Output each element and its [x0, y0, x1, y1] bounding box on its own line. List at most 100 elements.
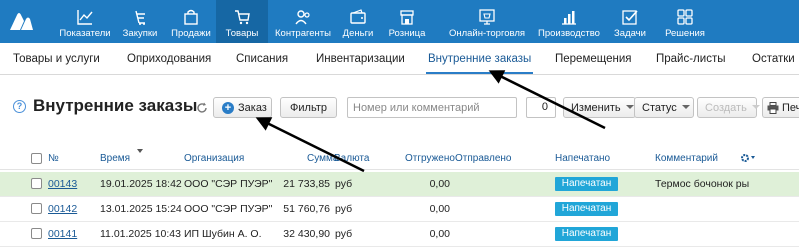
logo-icon[interactable] — [8, 9, 34, 33]
chevron-down-icon — [751, 105, 760, 109]
basket-icon — [135, 10, 145, 25]
tab-inventories[interactable]: Инвентаризации — [316, 53, 405, 65]
order-sum: 21 733,85 — [283, 178, 330, 190]
change-label: Изменить — [571, 102, 621, 114]
order-currency: руб — [335, 203, 353, 215]
table-row[interactable]: 00143 19.01.2025 18:42 ООО "СЭР ПУЭР" 21… — [0, 172, 799, 197]
order-number-link[interactable]: 00142 — [48, 203, 77, 215]
add-order-label: Заказ — [238, 102, 267, 114]
nav-item-label: Решения — [665, 28, 705, 39]
add-order-button[interactable]: + Заказ — [213, 97, 272, 118]
nav-item-label: Деньги — [342, 28, 374, 39]
order-comment: Термос бочонок ры — [655, 178, 750, 190]
nav-item-label: Товары — [225, 28, 259, 39]
wallet-icon — [350, 9, 366, 24]
nav-item-label: Продажи — [171, 28, 211, 39]
order-organization: ИП Шубин А. О. — [184, 228, 262, 240]
print-label: Печ — [782, 102, 799, 114]
nav-item-label: Показатели — [59, 28, 111, 39]
chevron-down-icon — [625, 105, 634, 109]
order-shipped: 0,00 — [429, 203, 450, 215]
nav-item-tasks[interactable]: Задачи — [606, 0, 654, 43]
chart-line-icon — [77, 10, 93, 25]
column-header-shipped[interactable]: Отгружено — [405, 153, 455, 164]
help-icon[interactable]: ? — [13, 100, 26, 113]
column-header-comment[interactable]: Комментарий — [655, 153, 718, 164]
order-currency: руб — [335, 178, 353, 190]
checkbox-icon — [622, 10, 638, 25]
tab-stock[interactable]: Остатки — [752, 53, 795, 65]
nav-item-goods[interactable]: Товары — [216, 0, 268, 43]
print-button[interactable]: Печ — [762, 97, 799, 118]
nav-item-retail[interactable]: Розница — [384, 0, 430, 43]
order-organization: ООО "СЭР ПУЭР" — [184, 178, 273, 190]
order-organization: ООО "СЭР ПУЭР" — [184, 203, 273, 215]
nav-item-label: Закупки — [122, 28, 158, 39]
create-label: Создать — [705, 102, 747, 114]
column-header-printed[interactable]: Напечатано — [555, 153, 610, 164]
plus-icon: + — [222, 102, 234, 114]
refresh-icon[interactable] — [196, 102, 208, 114]
nav-item-counterparties[interactable]: Контрагенты — [270, 0, 336, 43]
column-header-number[interactable]: № — [48, 153, 59, 164]
tab-goods-and-services[interactable]: Товары и услуги — [13, 53, 100, 65]
nav-item-solutions[interactable]: Решения — [656, 0, 714, 43]
page-title: Внутренние заказы — [33, 96, 198, 115]
order-time: 11.01.2025 10:43 — [100, 228, 181, 240]
nav-item-label: Онлайн-торговля — [448, 28, 526, 39]
column-header-sent[interactable]: Отправлено — [455, 153, 511, 164]
select-all-checkbox[interactable] — [31, 153, 42, 164]
store-icon — [400, 10, 414, 25]
section-tabs: Товары и услуги Оприходования Списания И… — [0, 43, 799, 75]
order-shipped: 0,00 — [429, 178, 450, 190]
create-dropdown-button[interactable]: Создать — [697, 97, 760, 118]
change-dropdown-button[interactable]: Изменить — [563, 97, 636, 118]
status-dropdown-button[interactable]: Статус — [634, 97, 694, 118]
people-icon — [295, 10, 310, 25]
printed-status-badge: Напечатан — [555, 202, 618, 216]
filter-button[interactable]: Фильтр — [280, 97, 337, 118]
online-store-icon — [479, 9, 495, 25]
table-header: № Время Организация Сумма Валюта Отгруже… — [0, 148, 799, 170]
column-header-time[interactable]: Время — [100, 153, 130, 164]
tab-price-lists[interactable]: Прайс-листы — [656, 53, 725, 65]
nav-item-money[interactable]: Деньги — [336, 0, 380, 43]
nav-item-label: Розница — [388, 28, 426, 39]
status-label: Статус — [642, 102, 677, 114]
column-settings-icon[interactable] — [740, 153, 756, 163]
column-header-organization[interactable]: Организация — [184, 153, 244, 164]
row-checkbox[interactable] — [31, 203, 42, 214]
nav-item-label: Контрагенты — [275, 28, 331, 39]
nav-item-online-trade[interactable]: Онлайн-торговля — [448, 0, 526, 43]
row-checkbox[interactable] — [31, 178, 42, 189]
order-number-link[interactable]: 00143 — [48, 178, 77, 190]
nav-item-indicators[interactable]: Показатели — [56, 0, 114, 43]
order-time: 13.01.2025 15:24 — [100, 203, 182, 215]
cart-icon — [235, 10, 250, 25]
tab-internal-orders[interactable]: Внутренние заказы — [425, 53, 534, 74]
table-row[interactable]: 00142 13.01.2025 15:24 ООО "СЭР ПУЭР" 51… — [0, 197, 799, 222]
column-header-currency[interactable]: Валюта — [334, 153, 369, 164]
nav-item-label: Задачи — [614, 28, 646, 39]
top-navigation-bar: Показатели Закупки Продажи Товары Контра… — [0, 0, 799, 43]
selected-count-field: 0 — [526, 97, 556, 118]
nav-item-production[interactable]: Производство — [532, 0, 606, 43]
bag-icon — [184, 9, 198, 25]
order-number-link[interactable]: 00141 — [48, 228, 77, 240]
nav-item-purchases[interactable]: Закупки — [114, 0, 166, 43]
tab-write-offs[interactable]: Списания — [236, 53, 288, 65]
row-checkbox[interactable] — [31, 228, 42, 239]
tab-receipts[interactable]: Оприходования — [127, 53, 211, 65]
search-input[interactable] — [347, 97, 517, 118]
sort-descending-icon[interactable] — [137, 149, 143, 153]
order-sum: 51 760,76 — [283, 203, 330, 215]
order-shipped: 0,00 — [429, 228, 450, 240]
nav-item-sales[interactable]: Продажи — [166, 0, 216, 43]
bar-chart-icon — [562, 11, 576, 25]
table-row[interactable]: 00141 11.01.2025 10:43 ИП Шубин А. О. 32… — [0, 222, 799, 247]
printer-icon — [767, 102, 779, 114]
nav-item-label: Производство — [538, 28, 600, 39]
chevron-down-icon — [681, 105, 690, 109]
tab-transfers[interactable]: Перемещения — [555, 53, 632, 65]
apps-icon — [677, 9, 693, 25]
